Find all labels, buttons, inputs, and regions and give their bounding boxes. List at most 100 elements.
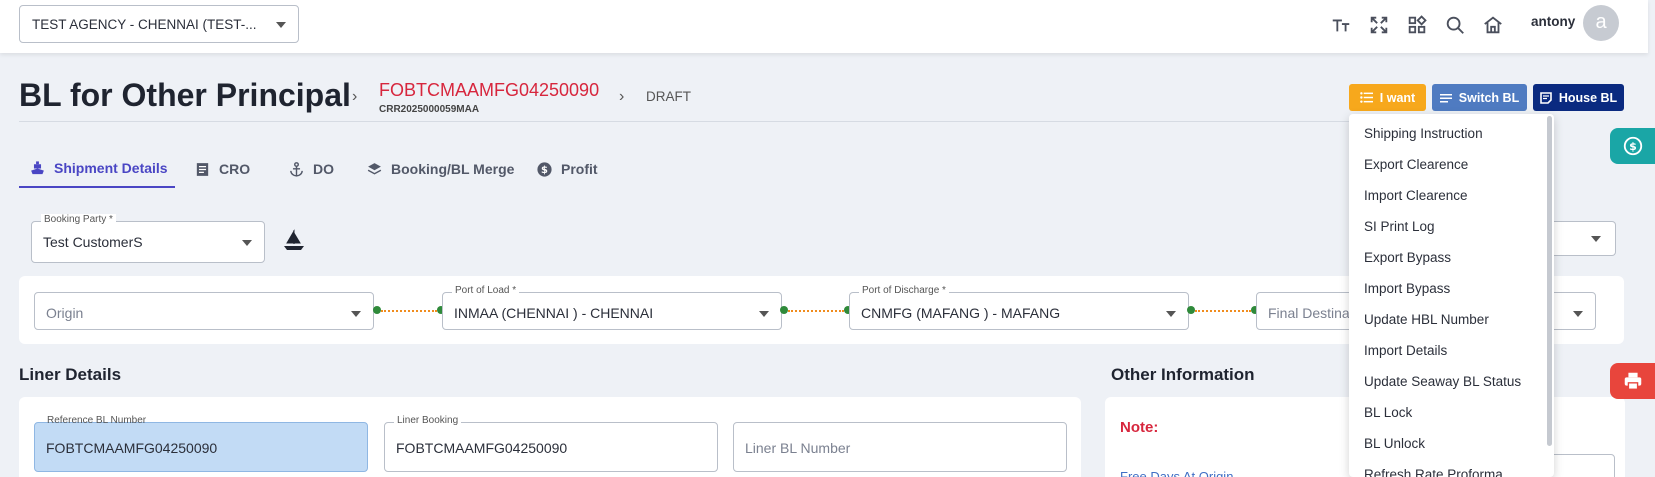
currency-float-button[interactable]: $	[1610, 128, 1655, 164]
menu-item-import-details[interactable]: Import Details	[1349, 335, 1554, 366]
chevron-down-icon	[759, 311, 769, 317]
tab-label: DO	[313, 161, 334, 177]
chevron-down-icon	[242, 240, 252, 246]
port-of-load-value: INMAA (CHENNAI ) - CHENNAI	[454, 305, 654, 321]
chevron-down-icon	[1573, 311, 1583, 317]
origin-placeholder: Origin	[46, 305, 84, 321]
search-icon[interactable]	[1444, 14, 1466, 36]
booking-party-value: Test CustomerS	[43, 234, 143, 250]
document-icon	[196, 162, 209, 176]
secondary-select[interactable]	[1546, 221, 1616, 256]
other-information-title: Other Information	[1111, 365, 1255, 384]
sailboat-icon[interactable]	[282, 228, 306, 252]
port-of-discharge-value: CNMFG (MAFANG ) - MAFANG	[861, 305, 1061, 321]
liner-bl-number-placeholder: Liner BL Number	[745, 440, 851, 456]
anchor-icon	[290, 161, 303, 177]
page-title: BL for Other Principal	[19, 77, 351, 113]
menu-item-bl-lock[interactable]: BL Lock	[1349, 397, 1554, 428]
tab-label: Booking/BL Merge	[391, 161, 515, 177]
i-want-menu: Shipping Instruction Export Clearence Im…	[1349, 114, 1554, 477]
route-node	[373, 306, 381, 314]
route-connector	[1195, 310, 1251, 312]
bl-number: FOBTCMAAMFG04250090	[379, 80, 600, 100]
print-icon	[1624, 372, 1641, 390]
dollar-circle-icon: $	[1623, 136, 1642, 156]
menu-item-import-clearence[interactable]: Import Clearence	[1349, 180, 1554, 211]
tab-label: Shipment Details	[54, 160, 168, 176]
menu-item-si-print-log[interactable]: SI Print Log	[1349, 211, 1554, 242]
switch-bl-label: Switch BL	[1458, 90, 1520, 105]
chevron-down-icon	[276, 22, 286, 28]
ship-icon	[31, 160, 44, 174]
print-float-button[interactable]	[1610, 363, 1655, 399]
route-connector	[788, 310, 844, 312]
tab-do[interactable]: DO	[288, 150, 334, 188]
fullscreen-icon[interactable]	[1368, 14, 1390, 36]
text-size-icon[interactable]	[1330, 14, 1352, 36]
tab-profit[interactable]: $ Profit	[536, 150, 598, 188]
chevron-down-icon	[1591, 236, 1601, 242]
tab-label: Profit	[561, 161, 598, 177]
i-want-label: I want	[1379, 90, 1416, 105]
route-connector	[381, 310, 437, 312]
divider	[19, 121, 1349, 122]
tab-cro[interactable]: CRO	[194, 150, 250, 188]
final-destination-placeholder: Final Destina	[1268, 305, 1350, 321]
house-bl-button[interactable]: House BL	[1533, 84, 1624, 111]
port-of-discharge-select[interactable]: Port of Discharge * CNMFG (MAFANG ) - MA…	[849, 285, 1189, 330]
menu-item-refresh-rate-proforma[interactable]: Refresh Rate Proforma	[1349, 459, 1554, 477]
menu-item-shipping-instruction[interactable]: Shipping Instruction	[1349, 118, 1554, 149]
menu-item-bl-unlock[interactable]: BL Unlock	[1349, 428, 1554, 459]
menu-item-import-bypass[interactable]: Import Bypass	[1349, 273, 1554, 304]
avatar[interactable]: a	[1583, 5, 1619, 41]
liner-details-card: Reference BL Number FOBTCMAAMFG04250090 …	[19, 397, 1081, 477]
menu-item-export-clearence[interactable]: Export Clearence	[1349, 149, 1554, 180]
booking-party-label: Booking Party *	[41, 214, 116, 225]
port-of-load-select[interactable]: Port of Load * INMAA (CHENNAI ) - CHENNA…	[442, 285, 782, 330]
free-days-at-origin-link[interactable]: Free Days At Origin	[1120, 469, 1233, 477]
note-icon	[1540, 91, 1552, 104]
top-icons	[1330, 10, 1504, 40]
breadcrumb-separator-icon: ›	[352, 88, 358, 105]
svg-text:$: $	[1629, 140, 1637, 153]
user-name[interactable]: antony	[1531, 14, 1575, 29]
list-icon	[1359, 92, 1373, 103]
agency-select[interactable]: TEST AGENCY - CHENNAI (TEST-...	[19, 5, 299, 43]
chevron-down-icon	[1166, 311, 1176, 317]
route-node	[780, 306, 788, 314]
reference-bl-number-value: FOBTCMAAMFG04250090	[46, 440, 218, 456]
layers-icon	[367, 162, 382, 175]
menu-item-update-hbl-number[interactable]: Update HBL Number	[1349, 304, 1554, 335]
reference-bl-number-field[interactable]: Reference BL Number FOBTCMAAMFG04250090	[34, 415, 368, 472]
liner-booking-field[interactable]: Liner Booking FOBTCMAAMFG04250090	[384, 415, 718, 472]
switch-bl-button[interactable]: Switch BL	[1432, 84, 1527, 111]
house-bl-label: House BL	[1558, 90, 1618, 105]
status-badge: DRAFT	[646, 89, 691, 104]
apps-icon[interactable]	[1406, 14, 1428, 36]
tab-booking-bl-merge[interactable]: Booking/BL Merge	[366, 150, 514, 188]
port-of-load-label: Port of Load *	[452, 285, 520, 296]
svg-text:$: $	[541, 165, 548, 176]
chevron-down-icon	[351, 311, 361, 317]
tab-shipment-details[interactable]: Shipment Details	[19, 150, 175, 188]
booking-party-select[interactable]: Booking Party * Test CustomerS	[31, 214, 265, 263]
menu-item-export-bypass[interactable]: Export Bypass	[1349, 242, 1554, 273]
note-label: Note:	[1120, 419, 1159, 436]
liner-booking-label: Liner Booking	[394, 415, 462, 426]
breadcrumb-separator-icon: ›	[619, 88, 625, 105]
route-node	[1187, 306, 1195, 314]
top-bar: TEST AGENCY - CHENNAI (TEST-... antony a	[0, 0, 1648, 53]
lines-icon	[1439, 93, 1452, 102]
dollar-icon: $	[537, 161, 552, 177]
i-want-button[interactable]: I want	[1349, 84, 1426, 111]
tab-label: CRO	[219, 161, 251, 177]
bl-reference-sub: CRR2025000059MAA	[379, 104, 480, 115]
origin-select[interactable]: Origin	[34, 292, 374, 330]
menu-item-update-seaway-bl-status[interactable]: Update Seaway BL Status	[1349, 366, 1554, 397]
menu-scrollbar[interactable]	[1547, 116, 1552, 446]
home-icon[interactable]	[1482, 14, 1504, 36]
liner-bl-number-field[interactable]: Liner BL Number	[733, 422, 1067, 472]
agency-select-value: TEST AGENCY - CHENNAI (TEST-...	[32, 16, 257, 32]
liner-details-title: Liner Details	[19, 365, 122, 384]
liner-booking-value: FOBTCMAAMFG04250090	[396, 440, 568, 456]
